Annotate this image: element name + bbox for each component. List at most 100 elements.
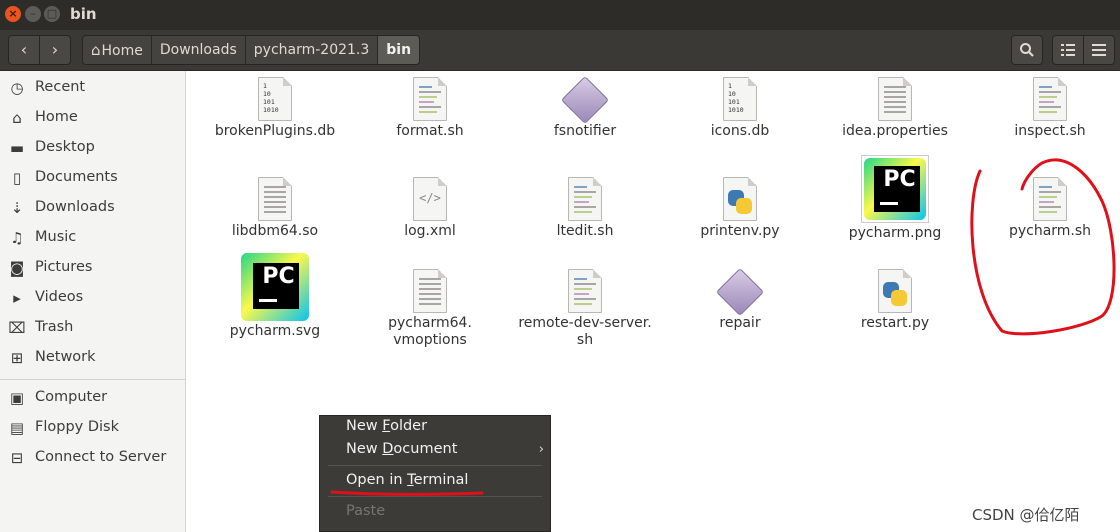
file-name: brokenPlugins.db	[214, 123, 336, 139]
script-file-icon	[568, 269, 602, 313]
file-item[interactable]: remote-dev-server. sh	[510, 269, 660, 349]
file-item[interactable]: 1 10 101 1010 brokenPlugins.db	[200, 77, 350, 140]
file-name: libdbm64.so	[231, 223, 319, 239]
maximize-window-button[interactable]: □	[44, 6, 60, 22]
download-icon: ⇣	[10, 199, 24, 217]
server-icon: ⊟	[10, 449, 24, 467]
file-name: remote-dev-server. sh	[518, 315, 652, 348]
sidebar-item-pictures[interactable]: ◙ Pictures	[0, 255, 185, 283]
file-name: fsnotifier	[553, 123, 617, 139]
file-item[interactable]: 1 10 101 1010 icons.db	[665, 77, 815, 140]
context-menu: New Folder New Document › Open in Termin…	[319, 415, 551, 532]
home-icon: ⌂	[91, 41, 101, 59]
python-file-icon	[878, 269, 912, 313]
file-item[interactable]: libdbm64.so	[200, 177, 350, 240]
sidebar-item-music[interactable]: ♫ Music	[0, 225, 185, 253]
list-view-button[interactable]	[1052, 35, 1084, 65]
sidebar-item-computer[interactable]: ▣ Computer	[0, 385, 185, 413]
crumb-pycharm[interactable]: pycharm-2021.3	[245, 36, 379, 64]
chevron-right-icon: ›	[538, 442, 544, 457]
menu-item-open-in-terminal[interactable]: Open in Terminal	[346, 472, 468, 488]
sidebar-item-connect-to-server[interactable]: ⊟ Connect to Server	[0, 445, 185, 473]
file-name: printenv.py	[700, 223, 780, 239]
folder-icon: ▬	[9, 139, 25, 157]
file-name: icons.db	[710, 123, 770, 139]
network-icon: ⊞	[10, 349, 24, 367]
chevron-left-icon: ‹	[20, 40, 28, 59]
file-name: restart.py	[860, 315, 930, 331]
executable-icon	[560, 75, 610, 125]
binary-file-icon: 1 10 101 1010	[723, 77, 757, 121]
trash-icon: ⌧	[8, 319, 26, 337]
annotation-circle	[970, 158, 1116, 336]
sidebar-item-downloads[interactable]: ⇣ Downloads	[0, 195, 185, 223]
script-file-icon	[568, 177, 602, 221]
sidebar-item-network[interactable]: ⊞ Network	[0, 345, 185, 373]
minimize-window-button[interactable]: –	[25, 6, 41, 22]
file-item[interactable]: ltedit.sh	[510, 177, 660, 240]
pycharm-logo-icon: PC	[241, 253, 309, 321]
script-file-icon	[1033, 77, 1067, 121]
sidebar-item-videos[interactable]: ▸ Videos	[0, 285, 185, 313]
forward-button[interactable]: ›	[39, 35, 71, 65]
crumb-home[interactable]: ⌂Home	[83, 36, 152, 64]
sidebar-item-trash[interactable]: ⌧ Trash	[0, 315, 185, 343]
text-file-icon	[878, 77, 912, 121]
file-item[interactable]: </> log.xml	[355, 177, 505, 240]
sidebar-item-recent[interactable]: ◷ Recent	[0, 75, 185, 103]
crumb-bin[interactable]: bin	[378, 36, 420, 64]
binary-file-icon: 1 10 101 1010	[258, 77, 292, 121]
executable-icon	[715, 267, 765, 317]
hamburger-icon	[1092, 44, 1106, 56]
sidebar-item-floppy-disk[interactable]: ▤ Floppy Disk	[0, 415, 185, 443]
document-icon: ▯	[12, 169, 22, 187]
floppy-icon: ▤	[9, 419, 25, 437]
file-name: inspect.sh	[1014, 123, 1086, 139]
sidebar-item-desktop[interactable]: ▬ Desktop	[0, 135, 185, 163]
toolbar: ‹ › ⌂Home Downloads pycharm-2021.3 bin	[0, 30, 1120, 71]
text-file-icon	[413, 269, 447, 313]
menu-item-new-document[interactable]: New Document	[346, 441, 457, 457]
file-name: pycharm.svg	[229, 323, 321, 339]
file-name: pycharm64. vmoptions	[388, 315, 472, 348]
file-item[interactable]: inspect.sh	[975, 77, 1120, 140]
file-item[interactable]: PC pycharm.svg	[200, 253, 350, 340]
python-file-icon	[723, 177, 757, 221]
pycharm-logo-icon: PC	[861, 155, 929, 223]
menu-item-new-folder[interactable]: New Folder	[346, 418, 427, 434]
file-name: format.sh	[396, 123, 464, 139]
music-icon: ♫	[10, 229, 24, 247]
file-item[interactable]: pycharm64. vmoptions	[355, 269, 505, 349]
file-name: pycharm.png	[848, 225, 942, 241]
home-icon: ⌂	[12, 109, 22, 127]
sidebar-item-documents[interactable]: ▯ Documents	[0, 165, 185, 193]
computer-icon: ▣	[9, 389, 25, 407]
file-item[interactable]: format.sh	[355, 77, 505, 140]
xml-file-icon: </>	[413, 177, 447, 221]
title-bar: × – □ bin	[0, 0, 1120, 30]
file-item[interactable]: repair	[665, 267, 815, 332]
file-item[interactable]: printenv.py	[665, 177, 815, 240]
crumb-downloads[interactable]: Downloads	[151, 36, 246, 64]
window-title: bin	[70, 5, 97, 23]
back-button[interactable]: ‹	[8, 35, 40, 65]
clock-icon: ◷	[10, 79, 24, 97]
file-item[interactable]: idea.properties	[820, 77, 970, 140]
search-icon	[1020, 43, 1034, 57]
file-item[interactable]: fsnotifier	[510, 75, 660, 140]
chevron-right-icon: ›	[51, 40, 59, 59]
sidebar-item-home[interactable]: ⌂ Home	[0, 105, 185, 133]
close-window-button[interactable]: ×	[5, 6, 21, 22]
sidebar: ◷ Recent ⌂ Home ▬ Desktop ▯ Documents ⇣ Downl…	[0, 71, 186, 532]
file-item[interactable]: restart.py	[820, 269, 970, 332]
list-view-icon	[1061, 44, 1075, 56]
video-icon: ▸	[13, 289, 21, 307]
text-file-icon	[258, 177, 292, 221]
menu-item-paste: Paste	[346, 503, 386, 519]
menu-button[interactable]	[1083, 35, 1115, 65]
file-name: log.xml	[404, 223, 456, 239]
file-item[interactable]: PC pycharm.png	[820, 155, 970, 242]
search-button[interactable]	[1011, 35, 1043, 65]
breadcrumb: ⌂Home Downloads pycharm-2021.3 bin	[82, 35, 421, 65]
watermark: CSDN @佮亿陌	[972, 506, 1080, 524]
